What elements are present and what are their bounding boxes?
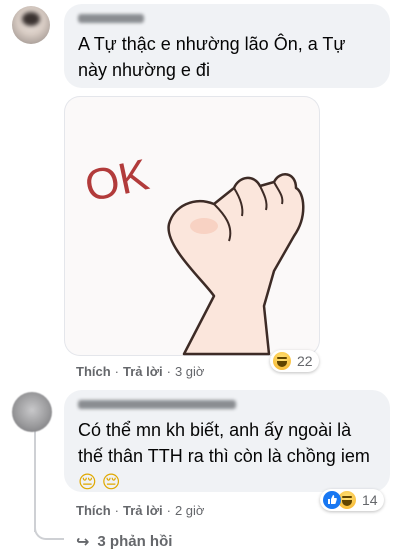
reply-button[interactable]: Trả lời [123,503,163,518]
comment-timestamp[interactable]: 2 giờ [175,503,205,518]
separator-dot: · [114,503,120,518]
ok-hand-sticker: OK [81,150,305,356]
comment-timestamp[interactable]: 3 giờ [175,364,205,379]
thread-connector [34,522,64,540]
reaction-count: 22 [297,353,313,369]
like-icon [323,491,341,509]
reply-arrow-icon: ↪ [76,532,90,551]
separator-dot: · [166,364,171,379]
comment-author[interactable] [78,12,144,26]
view-replies-link[interactable]: ↪ 3 phản hồi [76,532,172,551]
like-button[interactable]: Thích [76,364,111,379]
comment-author[interactable] [78,398,236,412]
sticker-ok-text: OK [81,150,153,211]
sad-emoji: 😔 [78,472,97,493]
avatar[interactable] [12,392,52,432]
avatar[interactable] [12,6,50,44]
comment-text: Có thể mn kh biết, anh ấy ngoài là thế t… [78,417,378,496]
comment-bubble: A Tự thậc e nhường lão Ôn, a Tự này nhườ… [64,4,390,88]
comment-text-body: Có thể mn kh biết, anh ấy ngoài là thế t… [78,420,370,466]
comment-bubble: Có thể mn kh biết, anh ấy ngoài là thế t… [64,390,390,493]
sticker[interactable]: OK [64,96,320,356]
separator-dot: · [114,364,120,379]
comment-actions: Thích · Trả lời · 3 giờ [76,364,204,379]
comment-actions: Thích · Trả lời · 2 giờ [76,503,204,518]
comment-text: A Tự thậc e nhường lão Ôn, a Tự này nhườ… [78,34,346,80]
thread-line [34,420,36,532]
like-button[interactable]: Thích [76,503,111,518]
reactions-summary[interactable]: 22 [270,350,319,372]
separator-dot: · [166,503,171,518]
view-replies-label: 3 phản hồi [97,533,173,550]
reply-button[interactable]: Trả lời [123,364,163,379]
sad-emoji: 😔 [101,472,121,493]
reaction-count: 14 [362,492,378,508]
haha-icon [273,352,291,370]
reactions-summary[interactable]: 14 [320,489,384,511]
